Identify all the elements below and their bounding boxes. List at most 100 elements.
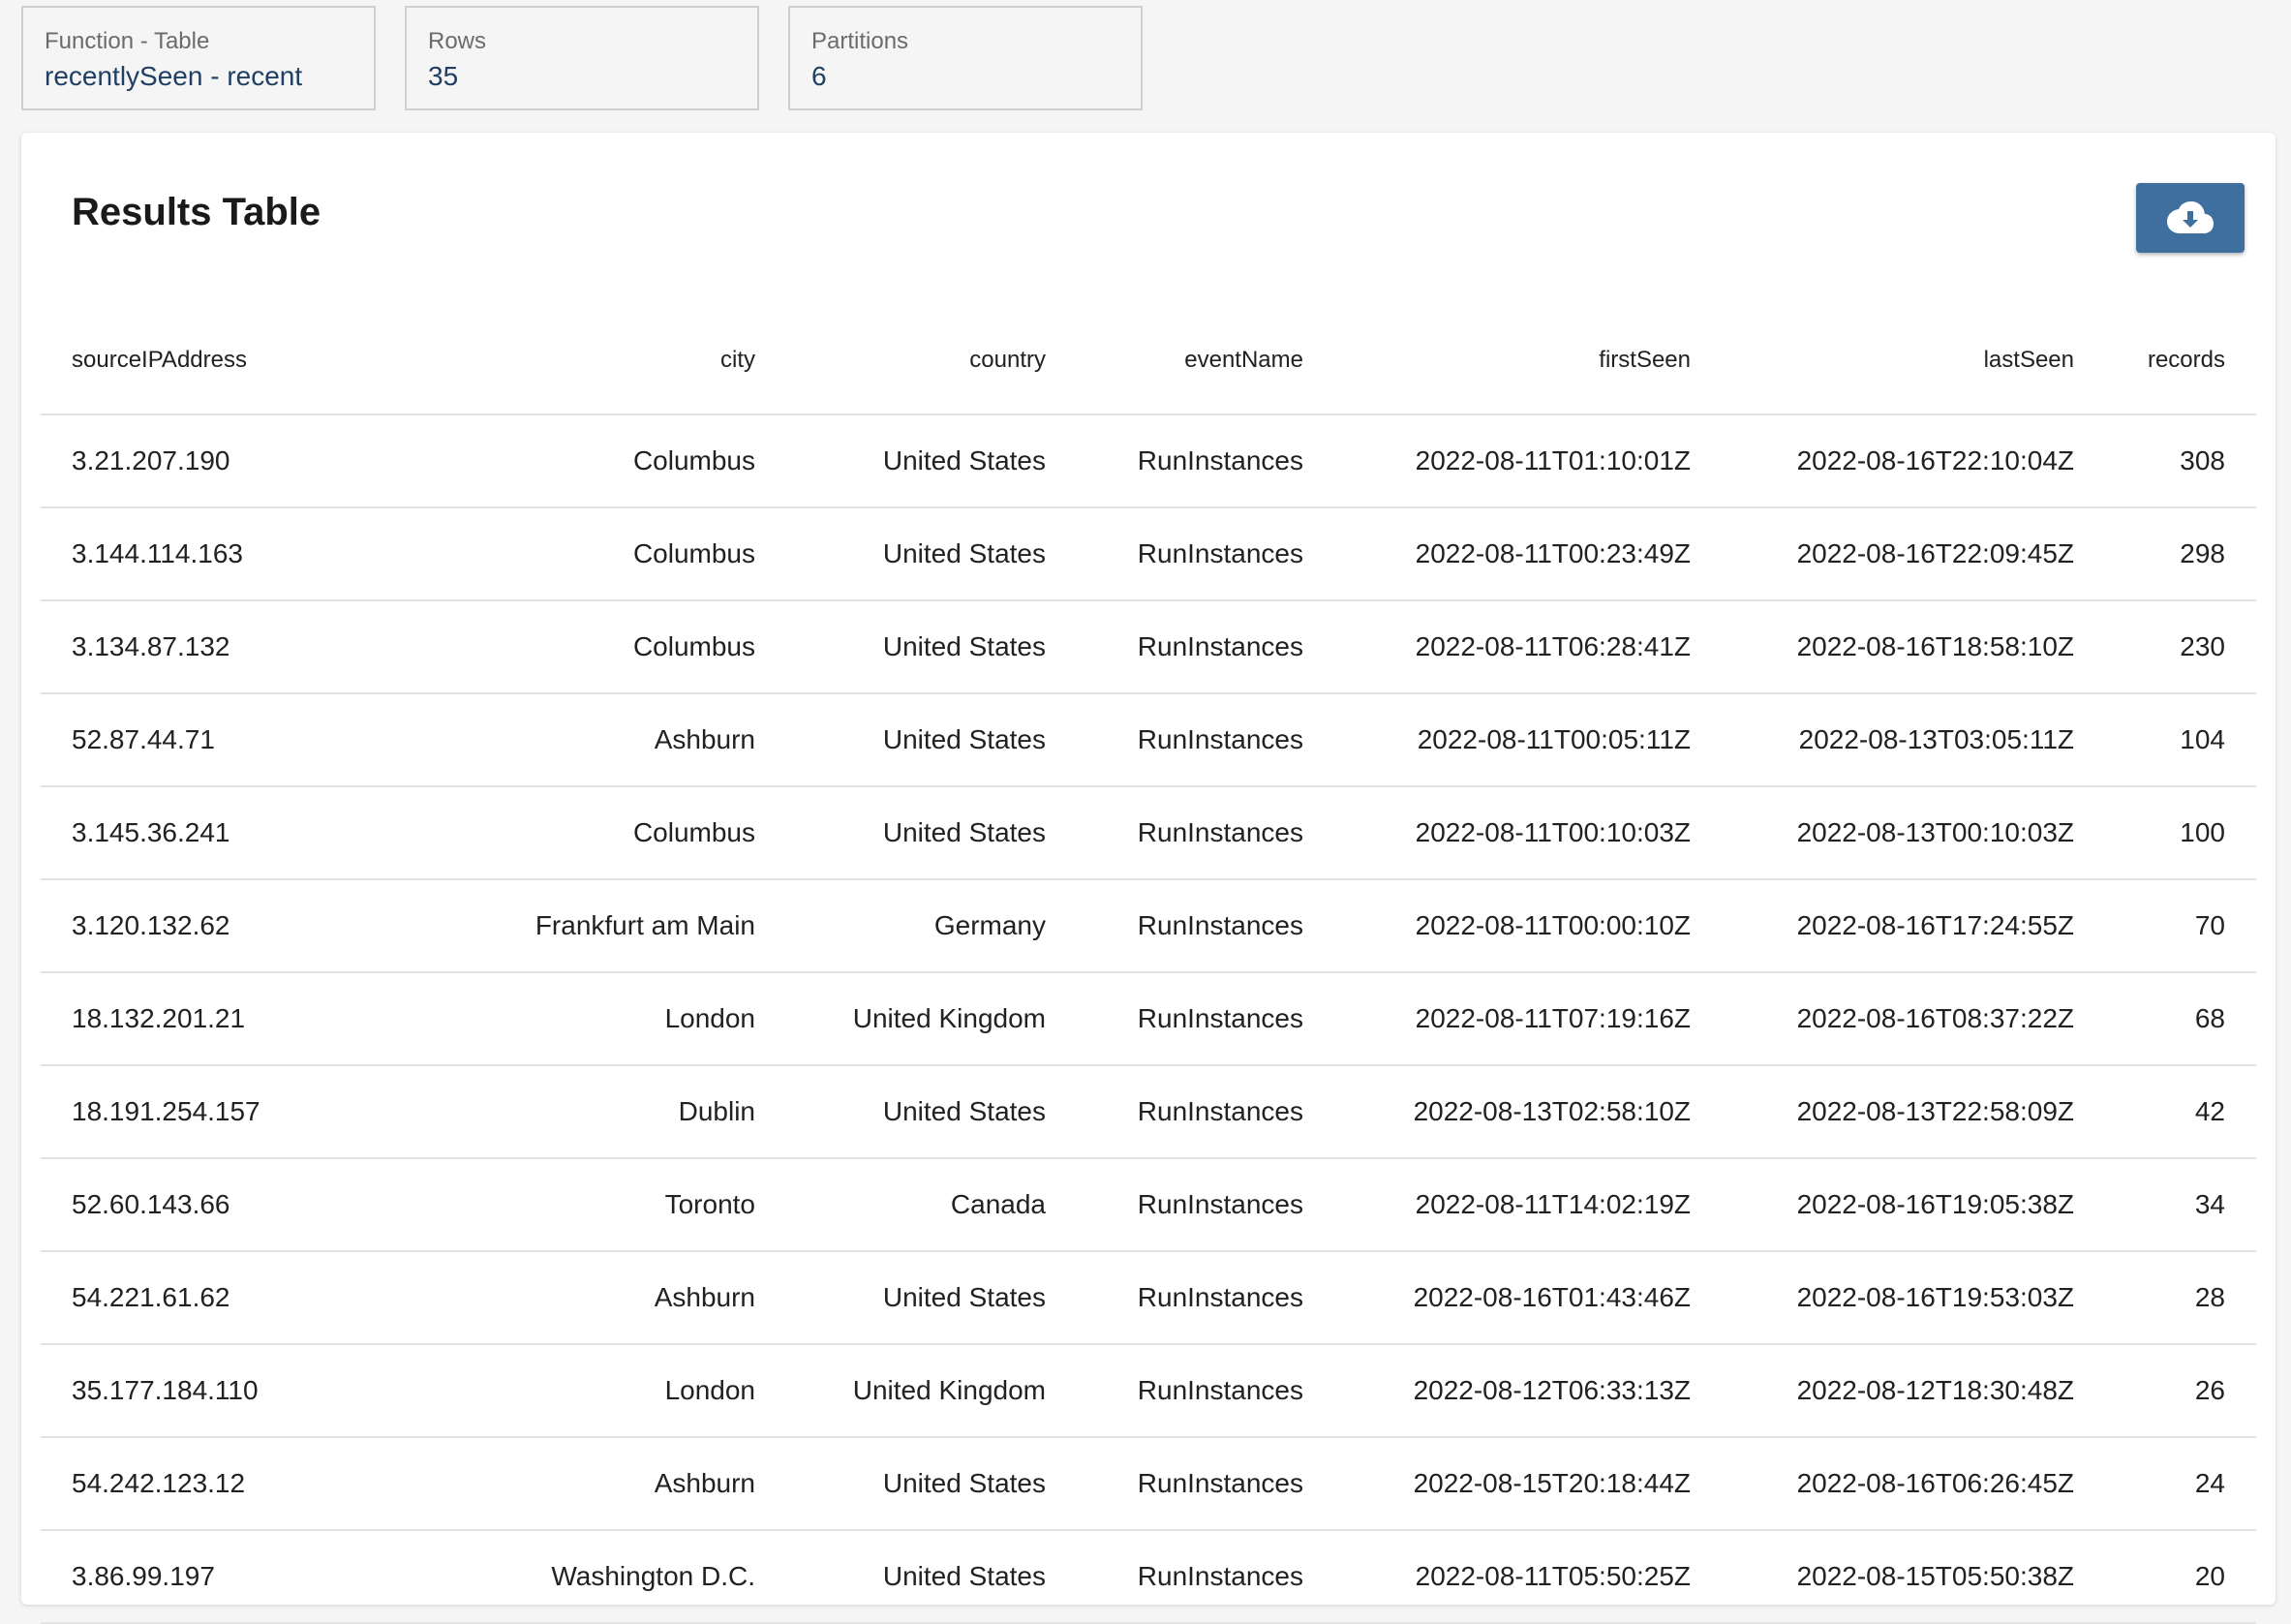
table-header-row: sourceIPAddress city country eventName f…: [41, 307, 2256, 415]
cell-country: United States: [786, 1251, 1077, 1345]
cell-sourceipaddress: 54.242.123.12: [41, 1437, 447, 1531]
cell-sourceipaddress: 18.191.254.157: [41, 1065, 447, 1159]
cell-sourceipaddress: 54.221.61.62: [41, 1251, 447, 1345]
cell-firstseen: 2022-08-16T01:43:46Z: [1334, 1251, 1722, 1345]
cell-firstseen: 2022-08-11T00:05:11Z: [1334, 693, 1722, 787]
table-row[interactable]: 3.145.36.241 Columbus United States RunInst…: [41, 786, 2256, 880]
cell-country: United States: [786, 507, 1077, 601]
cell-lastseen: 2022-08-16T06:26:45Z: [1722, 1437, 2105, 1531]
cell-lastseen: 2022-08-16T17:24:55Z: [1722, 879, 2105, 973]
column-header-lastseen[interactable]: lastSeen: [1722, 307, 2105, 415]
column-header-sourceipaddress[interactable]: sourceIPAddress: [41, 307, 447, 415]
table-row[interactable]: 3.134.87.132 Columbus United States RunInst…: [41, 600, 2256, 694]
cell-records: 68: [2105, 972, 2256, 1066]
stat-card-function-table: Function - Table recentlySeen - recent: [21, 6, 376, 110]
column-header-city[interactable]: city: [447, 307, 786, 415]
cell-eventname: RunInstances: [1077, 1251, 1334, 1345]
column-header-eventname[interactable]: eventName: [1077, 307, 1334, 415]
cell-eventname: RunInstances: [1077, 600, 1334, 694]
cell-eventname: RunInstances: [1077, 507, 1334, 601]
cell-sourceipaddress: 52.60.143.66: [41, 1158, 447, 1252]
cell-country: United States: [786, 414, 1077, 508]
column-header-records[interactable]: records: [2105, 307, 2256, 415]
cell-firstseen: 2022-08-13T02:58:10Z: [1334, 1065, 1722, 1159]
cell-city: Washington D.C.: [447, 1530, 786, 1624]
cell-country: United States: [786, 693, 1077, 787]
cell-eventname: RunInstances: [1077, 1344, 1334, 1438]
panel-title: Results Table: [72, 191, 321, 233]
table-row[interactable]: 54.242.123.12 Ashburn United States RunInst…: [41, 1437, 2256, 1531]
cell-eventname: RunInstances: [1077, 1437, 1334, 1531]
cell-sourceipaddress: 3.145.36.241: [41, 786, 447, 880]
table-body: 3.21.207.190 Columbus United States RunInst…: [41, 414, 2256, 1624]
table-row[interactable]: 3.120.132.62 Frankfurt am Main Germany RunI…: [41, 879, 2256, 973]
download-button[interactable]: [2136, 183, 2245, 253]
table-row[interactable]: 52.60.143.66 Toronto Canada RunInstances 202…: [41, 1158, 2256, 1252]
table-row[interactable]: 3.86.99.197 Washington D.C. United States R…: [41, 1530, 2256, 1624]
cell-records: 42: [2105, 1065, 2256, 1159]
table-row[interactable]: 54.221.61.62 Ashburn United States RunInsta…: [41, 1251, 2256, 1345]
cell-lastseen: 2022-08-16T18:58:10Z: [1722, 600, 2105, 694]
cell-city: London: [447, 972, 786, 1066]
table-row[interactable]: 18.191.254.157 Dublin United States RunInst…: [41, 1065, 2256, 1159]
cell-records: 104: [2105, 693, 2256, 787]
cell-sourceipaddress: 3.144.114.163: [41, 507, 447, 601]
table-row[interactable]: 18.132.201.21 London United Kingdom RunInst…: [41, 972, 2256, 1066]
cell-city: Columbus: [447, 414, 786, 508]
cell-eventname: RunInstances: [1077, 693, 1334, 787]
cell-country: Germany: [786, 879, 1077, 973]
cell-city: Toronto: [447, 1158, 786, 1252]
stats-bar: Function - Table recentlySeen - recent R…: [21, 6, 1143, 110]
stat-value: 35: [428, 61, 459, 91]
cell-lastseen: 2022-08-13T03:05:11Z: [1722, 693, 2105, 787]
table-row[interactable]: 52.87.44.71 Ashburn United States RunInstan…: [41, 693, 2256, 787]
cell-sourceipaddress: 18.132.201.21: [41, 972, 447, 1066]
cell-firstseen: 2022-08-11T06:28:41Z: [1334, 600, 1722, 694]
cell-sourceipaddress: 3.21.207.190: [41, 414, 447, 508]
cell-records: 100: [2105, 786, 2256, 880]
stat-value: 6: [811, 61, 827, 91]
cell-firstseen: 2022-08-15T20:18:44Z: [1334, 1437, 1722, 1531]
cell-city: Dublin: [447, 1065, 786, 1159]
stat-label: Rows: [428, 28, 487, 54]
cell-country: United States: [786, 786, 1077, 880]
cell-country: United Kingdom: [786, 1344, 1077, 1438]
cell-records: 298: [2105, 507, 2256, 601]
cell-firstseen: 2022-08-11T01:10:01Z: [1334, 414, 1722, 508]
cell-records: 230: [2105, 600, 2256, 694]
cell-firstseen: 2022-08-11T14:02:19Z: [1334, 1158, 1722, 1252]
results-table-wrapper: sourceIPAddress city country eventName f…: [41, 307, 2256, 1624]
cell-eventname: RunInstances: [1077, 879, 1334, 973]
cell-country: United States: [786, 1437, 1077, 1531]
cell-sourceipaddress: 35.177.184.110: [41, 1344, 447, 1438]
cell-country: Canada: [786, 1158, 1077, 1252]
cell-records: 34: [2105, 1158, 2256, 1252]
cell-lastseen: 2022-08-16T22:09:45Z: [1722, 507, 2105, 601]
cell-sourceipaddress: 3.120.132.62: [41, 879, 447, 973]
cell-city: Ashburn: [447, 693, 786, 787]
cell-eventname: RunInstances: [1077, 972, 1334, 1066]
cell-city: Ashburn: [447, 1251, 786, 1345]
cell-firstseen: 2022-08-11T07:19:16Z: [1334, 972, 1722, 1066]
cell-lastseen: 2022-08-16T08:37:22Z: [1722, 972, 2105, 1066]
cell-eventname: RunInstances: [1077, 414, 1334, 508]
cell-records: 20: [2105, 1530, 2256, 1624]
table-row[interactable]: 35.177.184.110 London United Kingdom RunIns…: [41, 1344, 2256, 1438]
cell-eventname: RunInstances: [1077, 1065, 1334, 1159]
cell-firstseen: 2022-08-11T00:10:03Z: [1334, 786, 1722, 880]
cell-eventname: RunInstances: [1077, 1530, 1334, 1624]
table-row[interactable]: 3.21.207.190 Columbus United States RunInst…: [41, 414, 2256, 508]
cloud-download-icon: [2166, 199, 2215, 237]
stat-label: Partitions: [811, 28, 909, 54]
cell-sourceipaddress: 52.87.44.71: [41, 693, 447, 787]
cell-eventname: RunInstances: [1077, 1158, 1334, 1252]
cell-city: Columbus: [447, 600, 786, 694]
table-row[interactable]: 3.144.114.163 Columbus United States RunIns…: [41, 507, 2256, 601]
cell-city: Columbus: [447, 507, 786, 601]
column-header-country[interactable]: country: [786, 307, 1077, 415]
cell-city: Ashburn: [447, 1437, 786, 1531]
cell-eventname: RunInstances: [1077, 786, 1334, 880]
cell-city: London: [447, 1344, 786, 1438]
cell-records: 70: [2105, 879, 2256, 973]
column-header-firstseen[interactable]: firstSeen: [1334, 307, 1722, 415]
